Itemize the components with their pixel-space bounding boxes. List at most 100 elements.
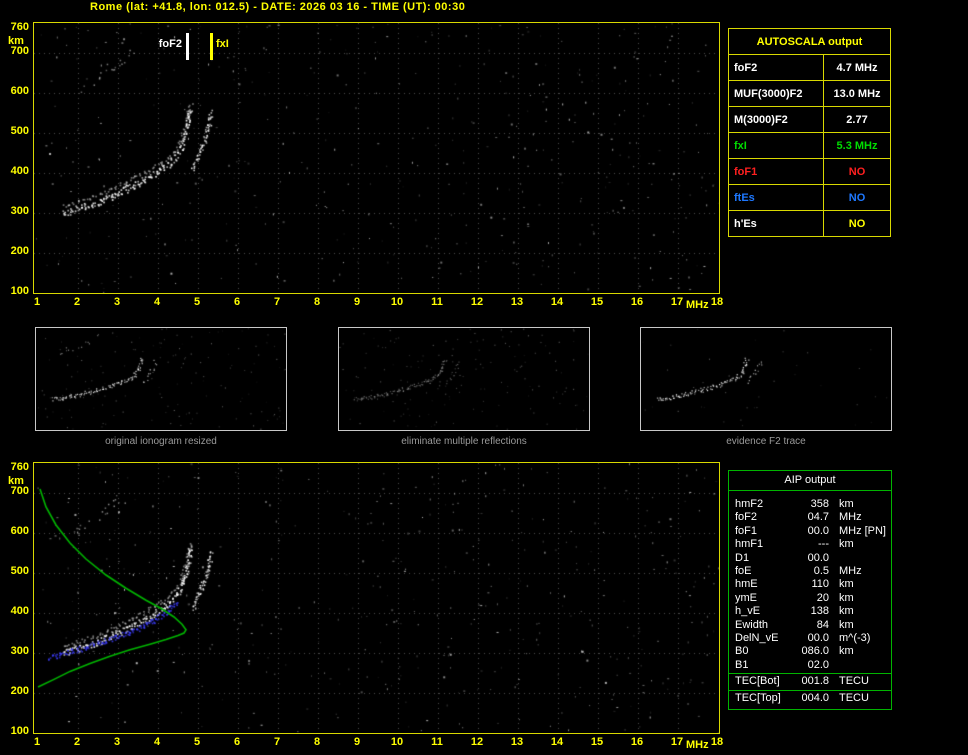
autoscala-row: M(3000)F2 2.77: [728, 106, 891, 133]
station-date-time-title: Rome (lat: +41.8, lon: 012.5) - DATE: 20…: [90, 1, 466, 13]
thumbnail-eliminate-reflections: [338, 327, 590, 431]
aip-param-value: 138: [810, 605, 829, 618]
foF2-marker-label: foF2: [158, 38, 182, 50]
x-axis-tick: 15: [590, 736, 604, 748]
x-axis-tick: 12: [470, 296, 484, 308]
x-axis-tick: 17: [670, 296, 684, 308]
aip-param-name: foF2: [735, 511, 758, 524]
aip-param-name: TEC[Top]: [735, 692, 781, 705]
thumbnail-canvas-3: [641, 328, 891, 430]
y-axis-tick: 100: [10, 285, 29, 297]
x-axis-tick: 16: [630, 736, 644, 748]
aip-param-value: 00.0: [807, 524, 829, 537]
x-axis-tick: 14: [550, 296, 564, 308]
aip-panel-title: AIP output: [729, 471, 891, 491]
x-axis-tick: 8: [313, 296, 321, 308]
aip-param-note: [PN]: [864, 524, 886, 537]
aip-rows-container: hmF2 358 km foF2 04.7 MHz foF1 00.0 MHz [PN] hmF1-…: [729, 491, 891, 709]
aip-param-name: hmE: [735, 578, 758, 591]
aip-param-name: TEC[Bot]: [735, 675, 780, 688]
aip-row: foF2 04.7 MHz: [729, 511, 891, 524]
aip-row: h_vE 138 km: [729, 605, 891, 618]
autoscala-param-name: foF1: [728, 158, 824, 185]
aip-row: B0 086.0 km: [729, 645, 891, 658]
aip-param-unit: m^(-3): [839, 631, 871, 644]
x-axis-unit-label-top: MHz: [686, 299, 709, 311]
aip-param-value: 00.0: [807, 551, 829, 564]
x-axis-tick: 9: [353, 736, 361, 748]
autoscala-param-value: 2.77: [823, 106, 891, 133]
y-axis-tick: 300: [10, 645, 29, 657]
aip-param-name: foE: [735, 564, 752, 577]
aip-row: hmF1 --- km: [729, 538, 891, 551]
aip-param-value: 110: [811, 578, 829, 591]
x-axis-tick: 16: [630, 296, 644, 308]
x-axis-tick: 1: [33, 296, 41, 308]
aip-param-unit: TECU: [839, 675, 869, 688]
aip-param-unit: TECU: [839, 692, 869, 705]
autoscala-row: foF1 NO: [728, 158, 891, 185]
x-axis-tick: 11: [431, 296, 443, 308]
x-axis-tick: 4: [153, 296, 161, 308]
profile-ionogram-plot: [33, 462, 720, 734]
aip-param-value: 004.0: [801, 692, 829, 705]
aip-param-value: 001.8: [801, 675, 829, 688]
autoscala-row: MUF(3000)F2 13.0 MHz: [728, 80, 891, 107]
aip-param-name: DelN_vE: [735, 631, 779, 644]
thumbnail-caption-2: eliminate multiple reflections: [401, 436, 527, 447]
aip-row: hmE 110 km: [729, 578, 891, 591]
aip-param-value: 02.0: [807, 658, 829, 671]
x-axis-tick: 5: [193, 296, 201, 308]
fxI-marker-label: fxI: [216, 38, 229, 50]
aip-param-value: 00.0: [807, 631, 829, 644]
thumbnail-evidence-f2-trace: [640, 327, 892, 431]
aip-param-unit: km: [839, 591, 854, 604]
aip-param-unit: km: [839, 578, 854, 591]
x-axis-tick: 7: [273, 296, 281, 308]
aip-row: foE 0.5 MHz: [729, 565, 891, 578]
x-axis-tick: 6: [233, 296, 241, 308]
autoscala-table-title: AUTOSCALA output: [728, 28, 891, 55]
y-axis-tick: 500: [10, 565, 29, 577]
thumbnail-caption-3: evidence F2 trace: [726, 436, 806, 447]
aip-param-name: Ewidth: [735, 618, 769, 631]
autoscala-table-header-row: AUTOSCALA output: [728, 28, 891, 55]
profile-ionogram-canvas: [34, 463, 719, 733]
autoscala-param-name: h'Es: [728, 210, 824, 237]
aip-param-unit: km: [839, 618, 854, 631]
aip-param-unit: MHz: [839, 511, 862, 524]
x-axis-tick: 2: [73, 296, 81, 308]
y-axis-tick: 400: [10, 165, 29, 177]
aip-param-unit: km: [839, 605, 854, 618]
autoscala-param-value: NO: [823, 184, 891, 211]
x-axis-tick: 15: [590, 296, 604, 308]
autoscala-param-name: foF2: [728, 54, 824, 81]
autoscala-param-value: 4.7 MHz: [823, 54, 891, 81]
x-axis-tick: 10: [390, 296, 404, 308]
x-axis-tick: 9: [353, 296, 361, 308]
x-axis-tick: 4: [153, 736, 161, 748]
x-axis-tick: 5: [193, 736, 201, 748]
aip-param-value: 84: [816, 618, 829, 631]
autoscala-row: foF2 4.7 MHz: [728, 54, 891, 81]
aip-row: D1 00.0: [729, 552, 891, 565]
y-axis-tick: 100: [10, 725, 29, 737]
aip-param-name: hmF2: [735, 498, 764, 510]
main-ionogram-canvas: [34, 23, 719, 293]
autoscala-app-screen: Rome (lat: +41.8, lon: 012.5) - DATE: 20…: [0, 0, 968, 755]
aip-param-unit: km: [839, 538, 854, 551]
x-axis-unit-label-bottom: MHz: [686, 739, 709, 751]
aip-param-value: 358: [810, 498, 829, 510]
aip-output-panel: AIP output hmF2 358 km foF2 04.7 MHz foF1 00.0 M…: [728, 470, 892, 711]
aip-row: TEC[Top] 004.0 TECU: [729, 690, 891, 706]
aip-row: B1 02.0: [729, 659, 891, 672]
aip-param-name: B1: [735, 658, 749, 671]
aip-param-name: D1: [735, 551, 750, 564]
x-axis-tick: 17: [670, 736, 684, 748]
x-axis-tick: 13: [510, 296, 524, 308]
autoscala-param-name: ftEs: [728, 184, 824, 211]
thumbnail-caption-1: original ionogram resized: [105, 436, 217, 447]
aip-param-value: 0.5: [813, 564, 829, 577]
autoscala-output-table: AUTOSCALA output foF2 4.7 MHz MUF(3000)F2 1…: [728, 28, 891, 237]
autoscala-param-name: fxI: [728, 132, 824, 159]
